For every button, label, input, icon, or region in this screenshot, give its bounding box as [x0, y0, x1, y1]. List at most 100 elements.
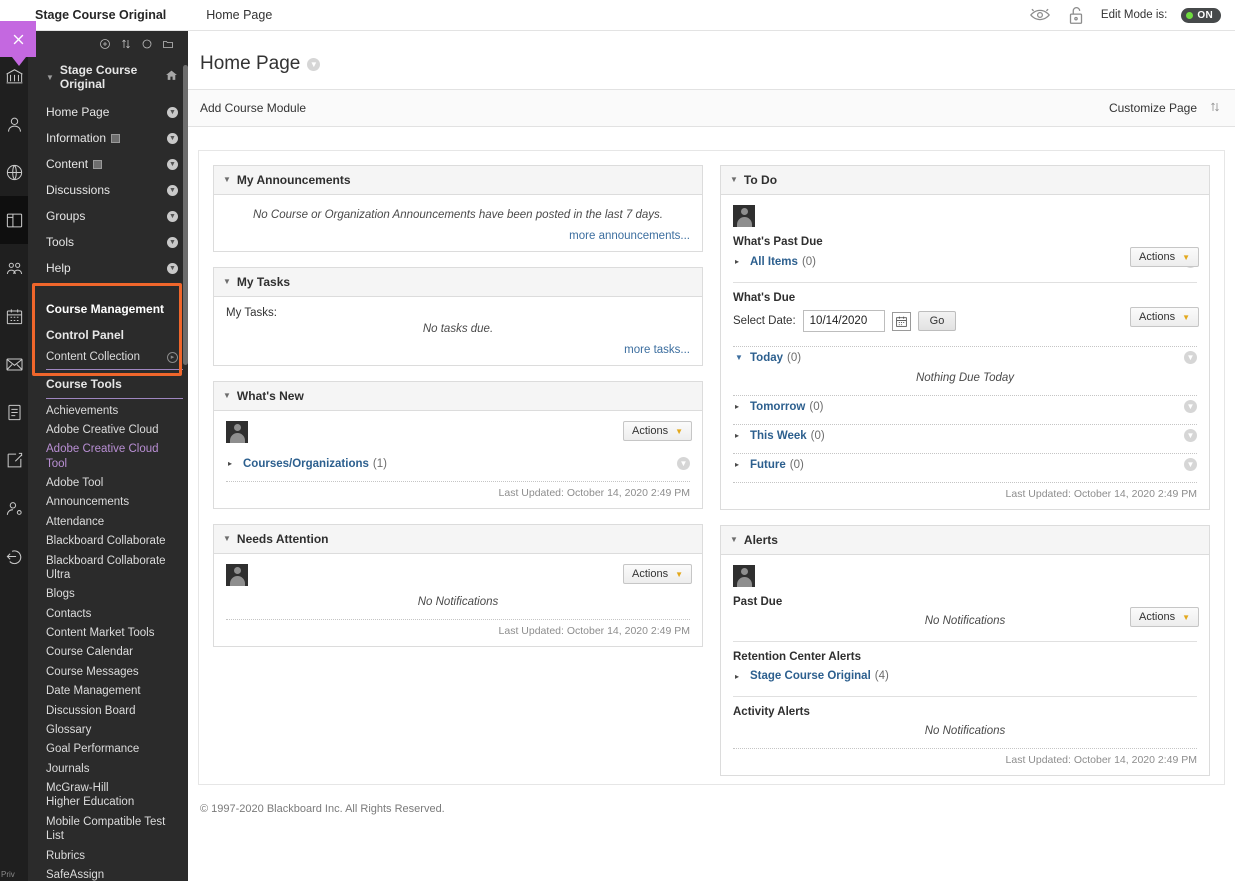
- actions-button-past-due[interactable]: Actions ▼: [1130, 247, 1199, 267]
- due-row-today[interactable]: ▼ Today (0) ▼: [733, 347, 1197, 368]
- module-header[interactable]: ▼ My Tasks: [214, 268, 702, 297]
- module-header[interactable]: ▼ Needs Attention: [214, 525, 702, 554]
- course-menu-scroll-thumb[interactable]: [183, 65, 188, 365]
- module-header[interactable]: ▼ To Do: [721, 166, 1209, 195]
- customize-page-button[interactable]: Customize Page: [1109, 101, 1197, 115]
- course-tool-item[interactable]: Achievements: [28, 401, 188, 420]
- home-icon[interactable]: [165, 69, 178, 85]
- privacy-link[interactable]: Priv: [1, 870, 27, 879]
- retention-row-link[interactable]: Stage Course Original: [750, 670, 871, 682]
- expand-triangle-icon[interactable]: ▸: [735, 460, 743, 469]
- course-tool-item[interactable]: Mobile Compatible Test List: [28, 812, 188, 846]
- chevron-down-icon[interactable]: ▼: [167, 210, 178, 222]
- unlocked-padlock-icon[interactable]: [1065, 4, 1087, 26]
- collapse-triangle-icon[interactable]: ▼: [730, 176, 738, 184]
- content-collection-item[interactable]: Content Collection ▸: [28, 347, 188, 367]
- chevron-down-icon[interactable]: ▼: [167, 262, 178, 274]
- due-row-tomorrow[interactable]: ▸ Tomorrow (0) ▼: [733, 396, 1197, 417]
- course-tool-item[interactable]: Rubrics: [28, 846, 188, 865]
- course-menu-item-tools[interactable]: Tools ▼: [28, 229, 188, 255]
- course-tool-item[interactable]: Content Market Tools: [28, 624, 188, 643]
- control-panel-header[interactable]: Control Panel: [28, 323, 188, 347]
- course-menu-item-content[interactable]: Content ▼: [28, 151, 188, 177]
- course-tool-item[interactable]: Blackboard Collaborate Ultra: [28, 551, 188, 585]
- course-tool-item[interactable]: Blackboard Collaborate: [28, 532, 188, 551]
- expand-arrow-icon[interactable]: ▸: [167, 351, 178, 363]
- breadcrumb[interactable]: Home Page: [206, 8, 272, 22]
- course-tool-item[interactable]: Contacts: [28, 604, 188, 623]
- retention-row[interactable]: ▸ Stage Course Original (4): [733, 666, 1197, 686]
- past-due-row[interactable]: ▸ All Items (0) ▼: [733, 251, 1197, 272]
- reorder-icon[interactable]: [120, 38, 132, 53]
- chevron-down-icon[interactable]: ▼: [167, 158, 178, 170]
- course-tools-header[interactable]: Course Tools: [28, 372, 188, 396]
- past-due-row-link[interactable]: All Items: [750, 256, 798, 268]
- course-tool-item[interactable]: Glossary: [28, 720, 188, 739]
- due-row-link[interactable]: Future: [750, 459, 786, 471]
- whats-new-row[interactable]: ▸ Courses/Organizations (1) ▼: [226, 453, 690, 474]
- due-row-link[interactable]: Tomorrow: [750, 401, 805, 413]
- messages-icon[interactable]: [0, 340, 28, 388]
- due-row-link[interactable]: This Week: [750, 430, 807, 442]
- chevron-down-icon[interactable]: ▼: [1184, 400, 1197, 413]
- expand-triangle-icon[interactable]: ▸: [735, 672, 743, 681]
- course-tool-item[interactable]: Course Messages: [28, 662, 188, 681]
- select-date-input[interactable]: [802, 310, 885, 332]
- chevron-down-icon[interactable]: ▼: [1184, 458, 1197, 471]
- collapse-triangle-icon[interactable]: ▼: [223, 176, 231, 184]
- tools-icon[interactable]: [0, 436, 28, 484]
- profile-icon[interactable]: [0, 100, 28, 148]
- grades-icon[interactable]: [0, 388, 28, 436]
- whats-new-row-link[interactable]: Courses/Organizations: [243, 458, 369, 470]
- chevron-down-icon[interactable]: ▼: [1184, 429, 1197, 442]
- collapse-triangle-icon[interactable]: ▼: [223, 535, 231, 543]
- course-tool-item[interactable]: McGraw-Hill Higher Education: [28, 779, 146, 813]
- course-menu-item-home-page[interactable]: Home Page ▼: [28, 99, 188, 125]
- course-tool-item[interactable]: Announcements: [28, 493, 188, 512]
- chevron-down-icon[interactable]: ▼: [677, 457, 690, 470]
- chevron-down-icon[interactable]: ▼: [167, 236, 178, 248]
- course-tool-item[interactable]: Discussion Board: [28, 701, 188, 720]
- course-menu-item-information[interactable]: Information ▼: [28, 125, 188, 151]
- chevron-down-icon[interactable]: ▼: [167, 132, 178, 144]
- globe-icon[interactable]: [0, 148, 28, 196]
- actions-button[interactable]: Actions ▼: [623, 564, 692, 584]
- organizations-icon[interactable]: [0, 244, 28, 292]
- calendar-icon[interactable]: [0, 292, 28, 340]
- actions-button-whats-due[interactable]: Actions ▼: [1130, 307, 1199, 327]
- add-course-module-button[interactable]: Add Course Module: [200, 101, 306, 115]
- expand-triangle-icon[interactable]: ▸: [735, 431, 743, 440]
- folder-icon[interactable]: [162, 38, 174, 53]
- signout-icon[interactable]: [0, 532, 28, 580]
- expand-triangle-icon[interactable]: ▸: [735, 402, 743, 411]
- more-announcements-link[interactable]: more announcements...: [226, 225, 690, 242]
- collapse-triangle-icon[interactable]: ▼: [223, 392, 231, 400]
- actions-button[interactable]: Actions ▼: [623, 421, 692, 441]
- course-menu-item-discussions[interactable]: Discussions ▼: [28, 177, 188, 203]
- chevron-down-icon[interactable]: ▼: [1184, 351, 1197, 364]
- course-tool-item[interactable]: Adobe Tool: [28, 474, 188, 493]
- course-tool-item[interactable]: Date Management: [28, 682, 188, 701]
- close-course-menu-button[interactable]: [0, 21, 36, 66]
- calendar-picker-button[interactable]: [891, 311, 911, 331]
- collapse-triangle-icon[interactable]: ▼: [223, 278, 231, 286]
- course-tool-item[interactable]: SafeAssign: [28, 865, 188, 881]
- course-tool-item[interactable]: Blogs: [28, 585, 188, 604]
- actions-button[interactable]: Actions ▼: [1130, 607, 1199, 627]
- refresh-icon[interactable]: [141, 38, 153, 53]
- chevron-down-icon[interactable]: ▼: [167, 106, 178, 118]
- add-circle-icon[interactable]: [99, 38, 111, 53]
- course-menu-item-groups[interactable]: Groups ▼: [28, 203, 188, 229]
- support-icon[interactable]: [0, 484, 28, 532]
- due-row-future[interactable]: ▸ Future (0) ▼: [733, 454, 1197, 475]
- edit-mode-toggle[interactable]: ON: [1181, 7, 1221, 23]
- course-tool-item[interactable]: Journals: [28, 759, 188, 778]
- expand-triangle-icon[interactable]: ▸: [735, 257, 743, 266]
- collapse-triangle-icon[interactable]: ▼: [735, 353, 743, 362]
- course-menu-item-help[interactable]: Help ▼: [28, 255, 188, 281]
- chevron-down-icon[interactable]: ▼: [167, 184, 178, 196]
- reorder-icon[interactable]: [1209, 101, 1221, 116]
- due-row-this-week[interactable]: ▸ This Week (0) ▼: [733, 425, 1197, 446]
- more-tasks-link[interactable]: more tasks...: [226, 339, 690, 356]
- course-tool-item[interactable]: Adobe Creative Cloud Tool: [28, 440, 188, 474]
